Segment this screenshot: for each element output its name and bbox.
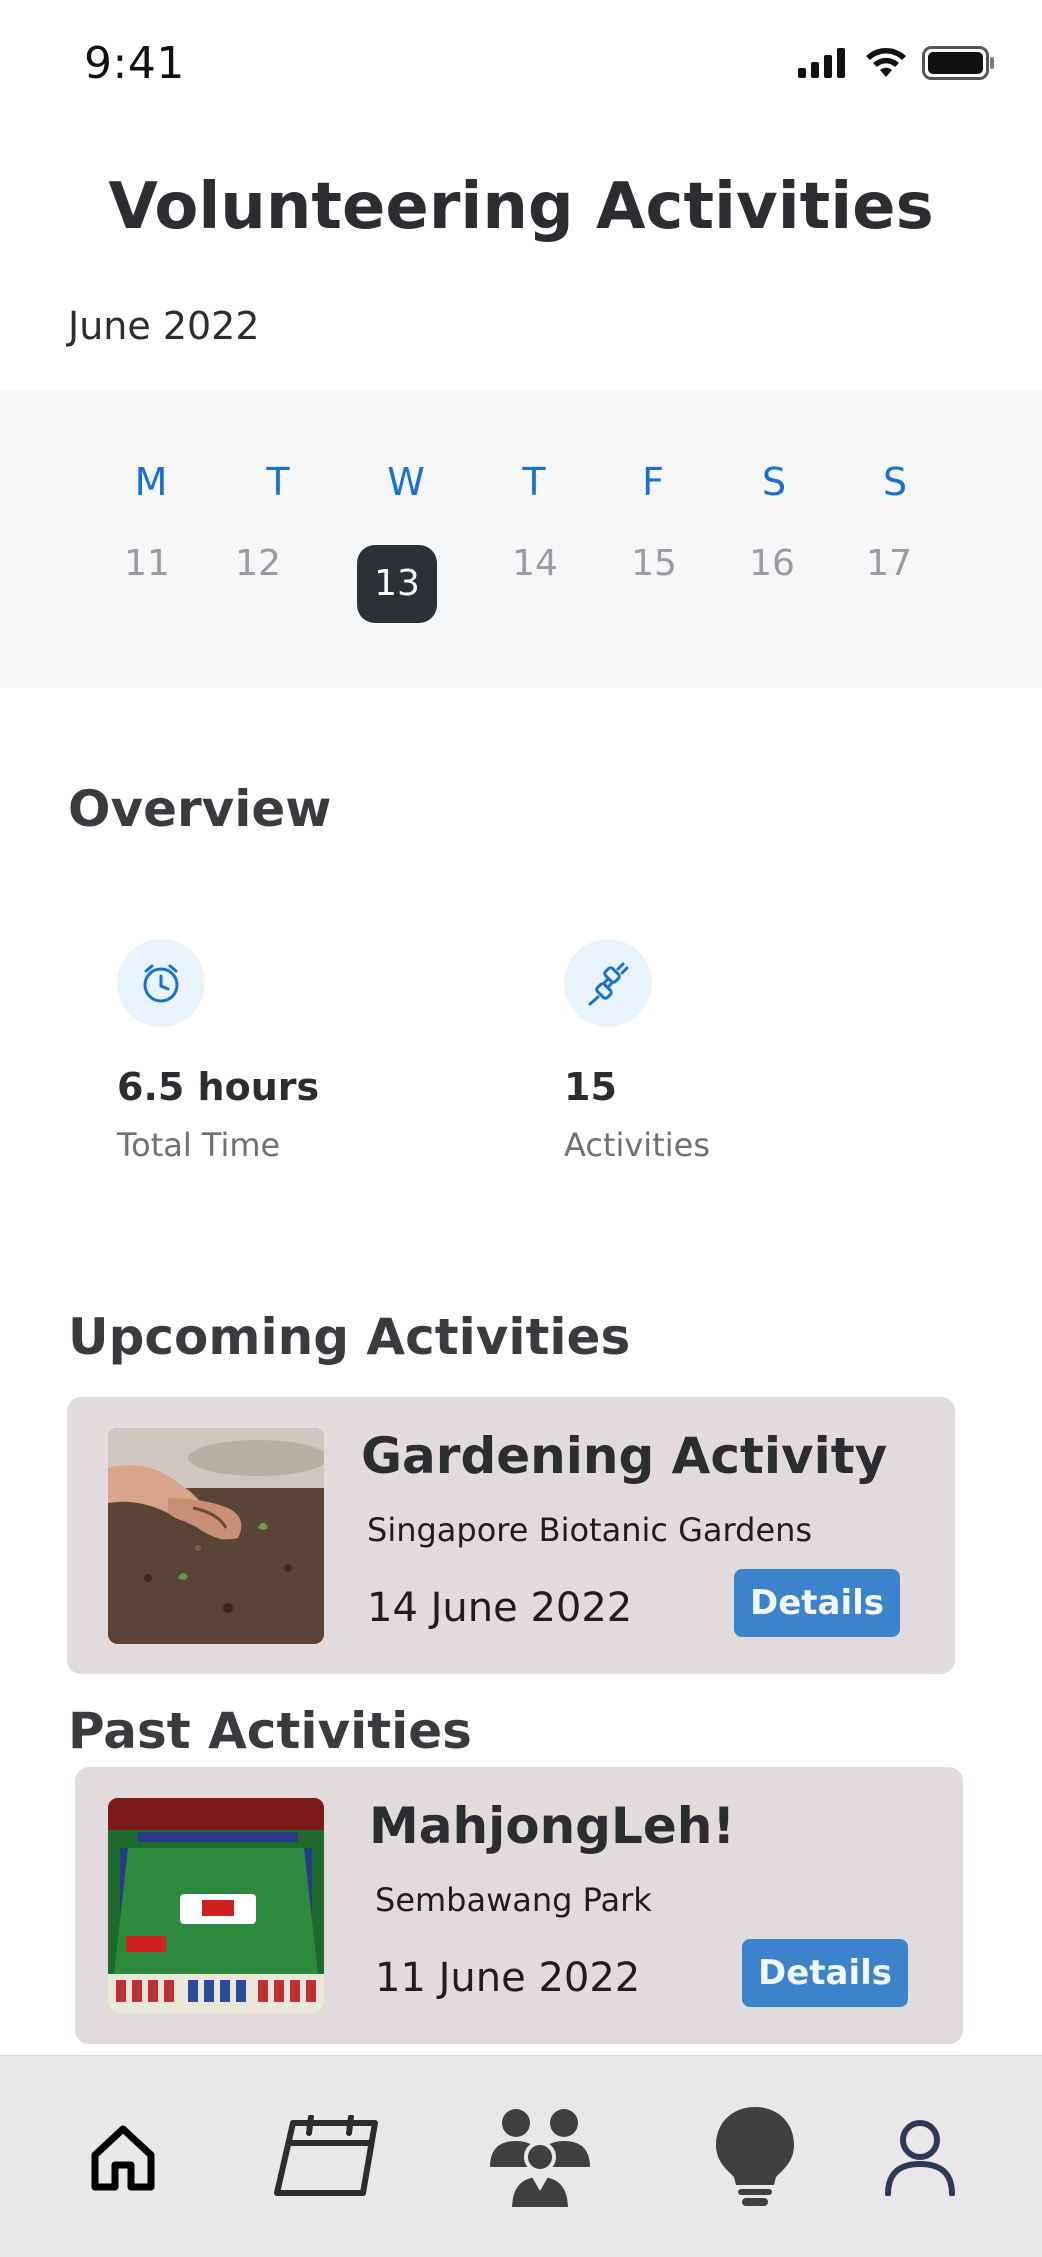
lightbulb-icon <box>716 2106 794 2206</box>
total-time-label: Total Time <box>117 1126 281 1164</box>
day-name-wed: W <box>387 460 425 504</box>
community-icon <box>490 2108 590 2209</box>
day-12[interactable]: 12 <box>218 543 298 584</box>
calendar-icon <box>274 2114 378 2196</box>
bottom-navigation <box>0 2055 1042 2257</box>
signal-icon <box>798 48 845 78</box>
activities-count-label: Activities <box>564 1126 710 1164</box>
day-15[interactable]: 15 <box>614 543 694 584</box>
upcoming-activity-location: Singapore Biotanic Gardens <box>367 1511 813 1549</box>
upcoming-details-button[interactable]: Details <box>734 1569 900 1637</box>
clock-icon <box>117 939 205 1027</box>
wifi-icon <box>866 48 906 77</box>
day-name-sat: S <box>761 460 787 504</box>
day-17[interactable]: 17 <box>849 543 929 584</box>
status-icons <box>798 46 996 80</box>
upcoming-activity-title: Gardening Activity <box>361 1427 888 1485</box>
day-16[interactable]: 16 <box>732 543 812 584</box>
battery-icon <box>922 46 994 80</box>
upcoming-activities-title: Upcoming Activities <box>68 1308 631 1366</box>
gardening-photo <box>108 1428 324 1644</box>
day-name-fri: F <box>642 460 664 504</box>
profile-icon <box>885 2119 955 2196</box>
day-name-sun: S <box>882 460 908 504</box>
day-14[interactable]: 14 <box>495 543 575 584</box>
past-activity-title: MahjongLeh! <box>369 1797 736 1855</box>
page-title: Volunteering Activities <box>108 170 934 244</box>
status-time: 9:41 <box>84 38 185 89</box>
day-name-thu: T <box>522 460 546 504</box>
day-11[interactable]: 11 <box>107 543 187 584</box>
upcoming-activity-card[interactable]: Gardening Activity Singapore Biotanic Ga… <box>67 1397 955 1674</box>
week-calendar-strip: M T W T F S S 11 12 13 14 15 16 17 <box>0 390 1042 688</box>
past-activities-title: Past Activities <box>68 1702 472 1760</box>
activities-count-value: 15 <box>564 1065 617 1109</box>
nav-community[interactable] <box>478 2056 602 2257</box>
past-activity-date: 11 June 2022 <box>375 1955 641 2001</box>
nav-profile[interactable] <box>862 2056 978 2257</box>
nav-calendar[interactable] <box>266 2056 386 2257</box>
activity-plug-icon <box>564 939 652 1027</box>
total-time-value: 6.5 hours <box>117 1065 320 1109</box>
day-name-mon: M <box>134 460 168 504</box>
past-activity-location: Sembawang Park <box>375 1881 652 1919</box>
nav-ideas[interactable] <box>700 2056 810 2257</box>
past-details-button[interactable]: Details <box>742 1939 908 2007</box>
day-13-selected[interactable]: 13 <box>357 545 437 623</box>
home-icon <box>91 2125 155 2190</box>
month-label: June 2022 <box>68 304 260 348</box>
nav-home[interactable] <box>63 2056 183 2257</box>
past-activity-card[interactable]: MahjongLeh! Sembawang Park 11 June 2022 … <box>75 1767 963 2044</box>
mahjong-game-screenshot <box>108 1798 324 2014</box>
upcoming-activity-date: 14 June 2022 <box>367 1585 633 1631</box>
overview-title: Overview <box>68 780 332 838</box>
day-name-tue: T <box>266 460 290 504</box>
